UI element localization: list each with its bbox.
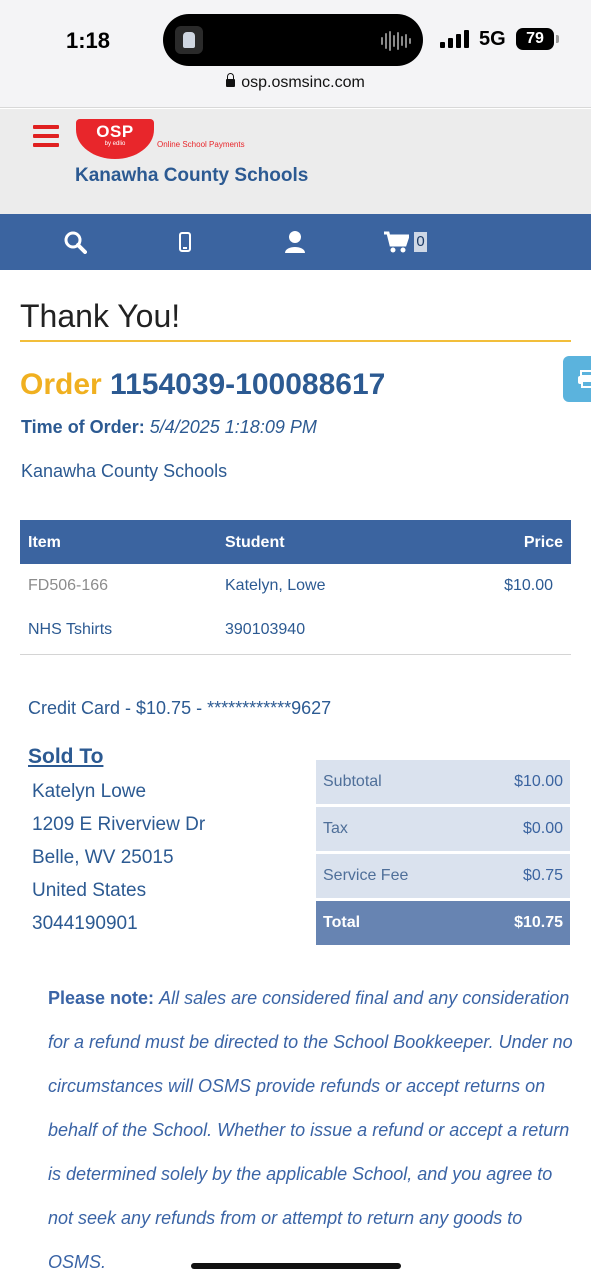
subtotal-value: $10.00 — [514, 773, 563, 790]
column-header-student: Student — [225, 534, 285, 551]
page-title: Thank You! — [20, 298, 181, 334]
order-number: 1154039-100088617 — [110, 368, 386, 401]
url-text: osp.osmsinc.com — [241, 74, 365, 91]
order-time-label: Time of Order: — [21, 417, 145, 437]
address-street: 1209 E Riverview Dr — [32, 814, 206, 835]
item-code: FD506-166 — [28, 577, 109, 594]
total-label: Total — [323, 914, 361, 931]
logo-subtext: by edlio — [104, 141, 126, 147]
table-header: Item Student Price — [20, 520, 571, 564]
notice-label: Please note: — [48, 988, 155, 1008]
order-label: Order — [20, 368, 102, 401]
logo-text: OSP — [96, 122, 134, 141]
audio-waveform-icon — [381, 30, 411, 52]
refund-notice: Please note: All sales are considered fi… — [48, 976, 578, 1280]
tax-label: Tax — [323, 820, 348, 837]
order-totals: Subtotal $10.00 Tax $0.00 Service Fee $0… — [316, 760, 570, 948]
title-divider — [20, 340, 571, 342]
site-header: OSP by edlio Online School Payments Kana… — [0, 109, 591, 214]
nav-bar: 0 — [0, 214, 591, 270]
dynamic-island[interactable] — [163, 14, 423, 66]
table-row: FD506-166 Katelyn, Lowe $10.00 — [20, 564, 571, 608]
print-button[interactable] — [563, 356, 591, 402]
total-value: $10.75 — [514, 914, 563, 931]
item-name: NHS Tshirts — [28, 621, 113, 638]
column-header-item: Item — [28, 534, 61, 551]
order-items-table: Item Student Price FD506-166 Katelyn, Lo… — [20, 520, 571, 655]
subtotal-row: Subtotal $10.00 — [316, 760, 570, 804]
item-price: $10.00 — [504, 577, 553, 594]
cellular-signal-icon — [440, 30, 470, 48]
sold-to-heading[interactable]: Sold To — [28, 745, 103, 769]
tax-row: Tax $0.00 — [316, 807, 570, 851]
notice-text: All sales are considered final and any c… — [48, 988, 573, 1272]
logo-tagline: Online School Payments — [157, 140, 245, 149]
order-time: Time of Order: 5/4/2025 1:18:09 PM — [21, 417, 317, 438]
menu-icon[interactable] — [33, 125, 59, 147]
address-country: United States — [32, 880, 147, 901]
table-row: NHS Tshirts 390103940 — [20, 608, 571, 652]
service-fee-label: Service Fee — [323, 867, 409, 884]
mobile-icon[interactable] — [155, 214, 215, 270]
column-header-price: Price — [523, 534, 563, 551]
buyer-name: Katelyn Lowe — [32, 781, 147, 802]
user-icon[interactable] — [265, 214, 325, 270]
buyer-phone: 3044190901 — [32, 913, 138, 934]
status-time: 1:18 — [66, 28, 111, 53]
total-row: Total $10.75 — [316, 901, 570, 945]
print-icon — [578, 370, 591, 388]
service-fee-row: Service Fee $0.75 — [316, 854, 570, 898]
network-type: 5G — [479, 28, 506, 50]
cart-count-badge[interactable]: 0 — [414, 232, 427, 252]
battery-tip-icon — [556, 35, 559, 43]
payment-method: Credit Card - $10.75 - ************9627 — [28, 698, 332, 718]
search-icon[interactable] — [45, 214, 105, 270]
address-bar[interactable]: osp.osmsinc.com — [0, 73, 591, 92]
district-name: Kanawha County Schools — [75, 165, 309, 186]
billing-address: Katelyn Lowe 1209 E Riverview Dr Belle, … — [32, 775, 205, 940]
subtotal-label: Subtotal — [323, 773, 382, 790]
service-fee-value: $0.75 — [522, 867, 563, 884]
address-city: Belle, WV 25015 — [32, 847, 174, 868]
student-id: 390103940 — [225, 621, 306, 638]
school-name: Kanawha County Schools — [21, 461, 228, 481]
home-indicator[interactable] — [191, 1263, 401, 1269]
table-divider — [20, 654, 571, 655]
battery-level: 79 — [516, 28, 554, 50]
order-heading: Order 1154039-100088617 — [20, 368, 385, 402]
student-name: Katelyn, Lowe — [225, 577, 326, 594]
osp-logo[interactable]: OSP by edlio — [76, 119, 154, 159]
now-playing-artwork-icon — [175, 26, 203, 54]
order-time-value: 5/4/2025 1:18:09 PM — [149, 417, 317, 437]
lock-icon — [226, 73, 236, 87]
browser-chrome: 1:18 5G 79 osp.osmsinc.com — [0, 0, 591, 108]
tax-value: $0.00 — [522, 820, 563, 837]
